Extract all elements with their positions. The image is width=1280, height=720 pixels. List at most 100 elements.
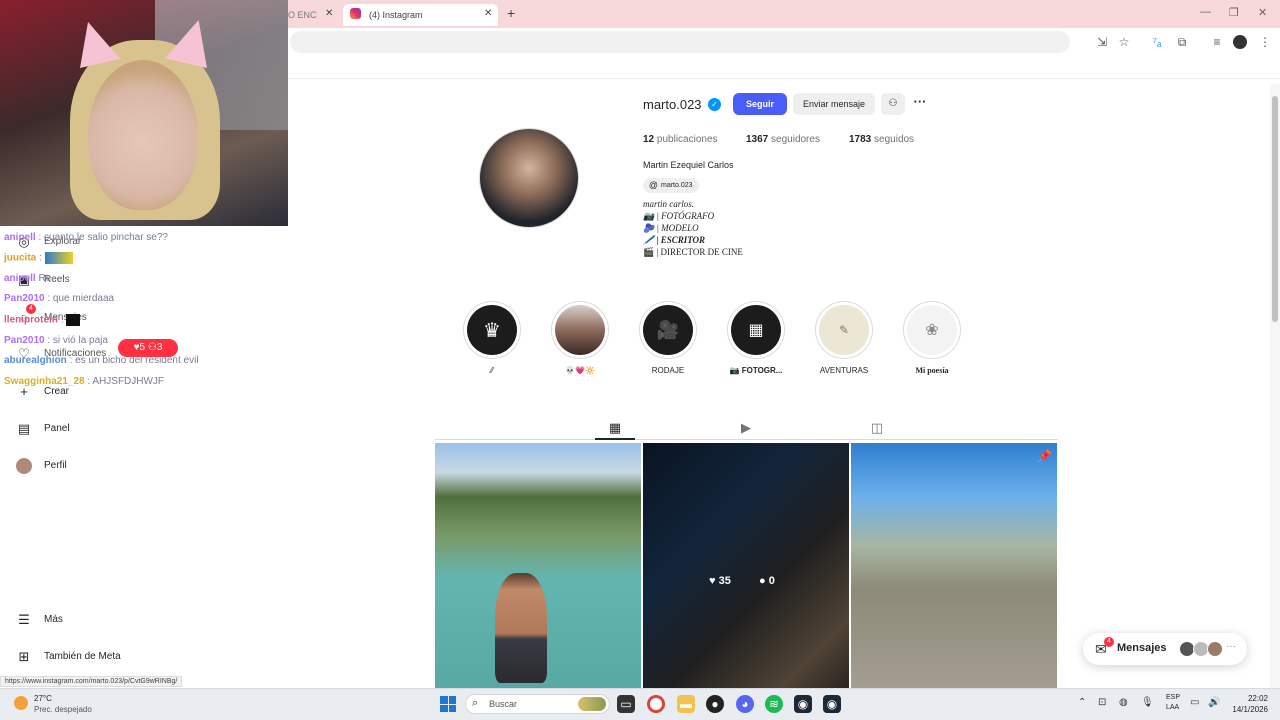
extensions-icon[interactable]: ⧉: [1174, 34, 1190, 50]
tray-app-icon[interactable]: ⊡: [1098, 697, 1106, 708]
install-app-icon[interactable]: ⇲: [1094, 34, 1110, 50]
webcam-face: [88, 60, 198, 210]
profile-avatar-icon[interactable]: [1233, 35, 1247, 49]
steam-icon[interactable]: ◉: [794, 695, 812, 713]
new-tab-button[interactable]: +: [507, 5, 515, 21]
weather-icon[interactable]: [14, 696, 28, 710]
sidebar-item-perfil[interactable]: Perfil: [16, 454, 67, 478]
file-explorer-icon[interactable]: ▬: [677, 695, 695, 713]
chat-message: aburealghion : es un bicho del resident …: [4, 355, 199, 367]
maximize-icon[interactable]: ❐: [1229, 6, 1239, 19]
tab-instagram[interactable]: (4) Instagram: [343, 4, 498, 26]
active-tab-indicator: [595, 438, 635, 440]
highlight-label: ⁄⁄: [490, 366, 494, 375]
media-controls-icon[interactable]: ≡: [1209, 34, 1225, 50]
tray-display-icon[interactable]: ▭: [1190, 697, 1199, 708]
profile-avatar[interactable]: [479, 128, 579, 228]
bookmark-star-icon[interactable]: ☆: [1116, 34, 1132, 50]
camera-icon: 🎥: [643, 305, 693, 355]
input-language[interactable]: ESP: [1166, 694, 1180, 701]
highlight-item[interactable]: 🎥 RODAJE: [639, 301, 697, 376]
chrome-icon[interactable]: [647, 695, 665, 713]
highlight-item[interactable]: ▦ 📷 FOTOGR...: [727, 301, 785, 376]
follow-button[interactable]: Seguir: [733, 93, 787, 115]
tray-network-icon[interactable]: ◍: [1119, 697, 1128, 708]
post-hover-overlay: [643, 443, 849, 688]
tabs-divider: [435, 439, 1058, 440]
gallery-icon: ▦: [731, 305, 781, 355]
stat-followers-value: 1367: [746, 134, 769, 145]
post-thumbnail[interactable]: ♥ 35 ● 0: [643, 443, 849, 688]
discord-icon[interactable]: ◕: [736, 695, 754, 713]
bio-line: 🎬 | DIRECTOR DE CINE: [643, 247, 743, 257]
tray-mic-icon[interactable]: 🎙: [1141, 697, 1154, 708]
tab-tagged-icon[interactable]: ◫: [869, 420, 885, 436]
map-icon: ✎: [819, 305, 869, 355]
verified-badge-icon: ✓: [708, 98, 721, 111]
chat-text: : si vió la paja: [47, 335, 108, 346]
tab-posts-grid-icon[interactable]: ▦: [607, 420, 623, 436]
browser-menu-icon[interactable]: ⋮: [1257, 34, 1273, 50]
highlight-item[interactable]: ✎ AVENTURAS: [815, 301, 873, 376]
emote-icon: [44, 252, 73, 264]
chat-user: lleniprotein: [4, 314, 58, 326]
minimize-icon[interactable]: —: [1200, 6, 1211, 18]
input-layout[interactable]: LAA: [1166, 704, 1179, 711]
chat-text: : AHJSFDJHWJF: [87, 376, 165, 387]
threads-icon: @: [648, 180, 659, 190]
sidebar-item-panel[interactable]: ▤ Panel: [16, 417, 70, 441]
tab-reels-icon[interactable]: ▶: [738, 420, 754, 436]
chat-text: Re...: [38, 273, 60, 284]
post-thumbnail[interactable]: [435, 443, 641, 688]
stat-following[interactable]: 1783 seguidos: [849, 134, 914, 146]
bio-line: 🫐 | MODELO: [643, 223, 699, 233]
chat-message: juucita :: [4, 252, 73, 265]
more-options-icon[interactable]: ···: [910, 93, 930, 115]
address-bar[interactable]: [290, 31, 1070, 53]
crown-icon: ♛: [467, 305, 517, 355]
clock-date[interactable]: 14/1/2026: [1226, 705, 1268, 714]
heart-icon: ♥: [709, 575, 716, 587]
highlight-item[interactable]: ♛ ⁄⁄: [463, 301, 521, 376]
tray-volume-icon[interactable]: 🔊: [1208, 697, 1220, 708]
suggest-users-button[interactable]: ⚇: [881, 93, 905, 115]
send-message-button[interactable]: Enviar mensaje: [793, 93, 875, 115]
post-likes-count: 35: [718, 575, 731, 587]
highlight-ring: 🎥: [639, 301, 697, 359]
instagram-favicon-icon: [350, 8, 361, 19]
sidebar-item-tambien-de-meta[interactable]: ⊞ También de Meta: [16, 645, 121, 669]
post-thumbnail[interactable]: 📌: [851, 443, 1057, 688]
sidebar-item-mas[interactable]: ☰ Más: [16, 608, 63, 632]
highlight-label: 💀💗🔆: [565, 366, 595, 375]
chat-text: : cuanto le salio pinchar se??: [38, 232, 168, 243]
stat-followers[interactable]: 1367 seguidores: [746, 134, 820, 146]
chat-text: :: [60, 314, 64, 326]
highlight-item[interactable]: 💀💗🔆: [551, 301, 609, 376]
search-highlight-icon: [578, 697, 606, 711]
chat-user: Pan2010: [4, 293, 45, 304]
windows-start-icon[interactable]: [440, 696, 456, 712]
stat-followers-label: seguidores: [771, 134, 820, 145]
chat-message: Pan2010 : si vió la paja: [4, 335, 108, 347]
messages-dock[interactable]: ✉ 4 Mensajes ···: [1083, 633, 1247, 665]
highlight-item[interactable]: ❀ Mi poesía: [903, 301, 961, 376]
stat-posts-value: 12: [643, 134, 655, 145]
translate-extension-icon[interactable]: ⁷ₐ: [1149, 34, 1165, 50]
stat-following-label: seguidos: [874, 134, 915, 145]
stat-posts: 12 publicaciones: [643, 134, 718, 146]
tray-overflow-icon[interactable]: ⌃: [1078, 697, 1086, 708]
avatar: [1207, 641, 1223, 657]
spotify-icon[interactable]: ≋: [765, 695, 783, 713]
add-user-icon: ⚇: [888, 98, 898, 109]
emote-icon: [66, 314, 81, 326]
scrollbar-thumb[interactable]: [1272, 96, 1278, 322]
chat-message: anipell Re...: [4, 273, 60, 285]
tab-close-icon[interactable]: ✕: [484, 8, 492, 19]
obs-icon[interactable]: ●: [706, 695, 724, 713]
grid-icon: ⊞: [18, 649, 30, 664]
steam-alt-icon[interactable]: ◉: [823, 695, 841, 713]
clock-time[interactable]: 22:02: [1232, 694, 1268, 703]
task-view-icon[interactable]: ▭: [617, 695, 635, 713]
window-close-icon[interactable]: ✕: [1258, 6, 1267, 19]
tab-previous-close-icon[interactable]: ✕: [325, 8, 333, 19]
